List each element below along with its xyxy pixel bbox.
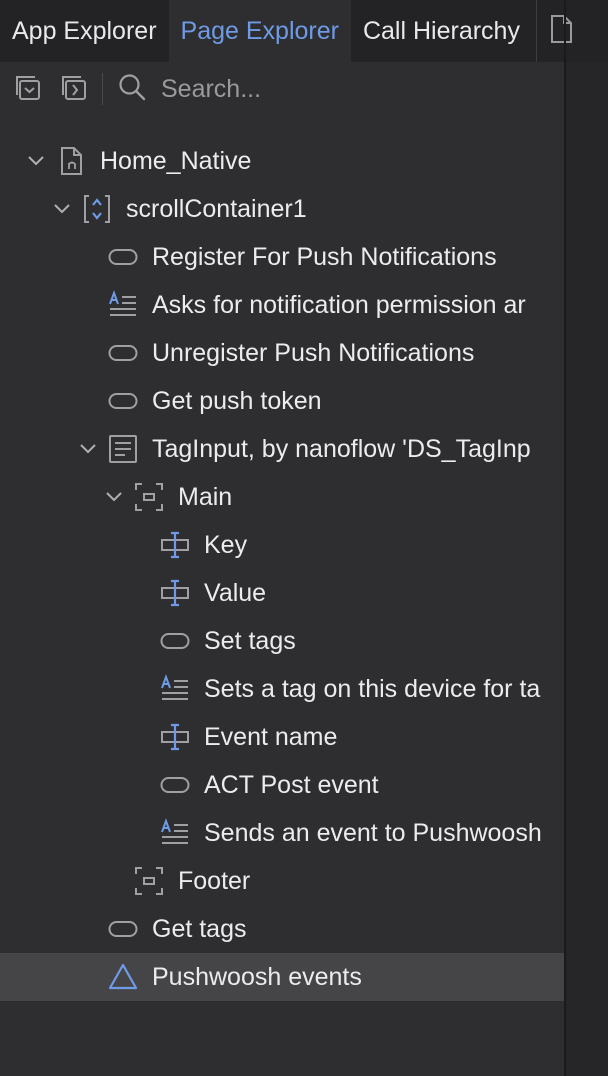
- tree-item-pushwoosh-events[interactable]: Pushwoosh events: [0, 953, 564, 1001]
- toolbar-divider: [102, 73, 103, 105]
- warning-triangle-icon: [108, 962, 138, 992]
- tree-item-label: Asks for notification permission ar: [152, 290, 526, 319]
- tree-item-label: Footer: [178, 866, 251, 895]
- tree-item-label: TagInput, by nanoflow 'DS_TagInp: [152, 434, 531, 463]
- text-icon: [160, 818, 190, 848]
- button-icon: [160, 626, 190, 656]
- tab-call-hierarchy[interactable]: Call Hierarchy: [351, 0, 532, 62]
- page-tree: Home_Native scrollContainer1 Register Fo…: [0, 137, 564, 1001]
- tree-item-register-button[interactable]: Register For Push Notifications: [0, 233, 564, 281]
- tree-item-key-field[interactable]: Key: [0, 521, 564, 569]
- text-box-icon: [160, 722, 190, 752]
- button-icon: [160, 770, 190, 800]
- button-icon: [108, 914, 138, 944]
- text-box-icon: [160, 578, 190, 608]
- tree-item-label: scrollContainer1: [126, 194, 307, 223]
- tree-item-sets-tag-text[interactable]: Sets a tag on this device for ta: [0, 665, 564, 713]
- tree-item-set-tags-button[interactable]: Set tags: [0, 617, 564, 665]
- tree-item-label: Pushwoosh events: [152, 962, 362, 991]
- tree-item-label: Sets a tag on this device for ta: [204, 674, 541, 703]
- search-box: [117, 72, 564, 107]
- text-icon: [108, 290, 138, 320]
- search-input[interactable]: [159, 73, 523, 105]
- tree-item-label: Key: [204, 530, 248, 559]
- page-icon: [57, 146, 87, 176]
- chevron-down-icon[interactable]: [78, 439, 98, 459]
- tab-overflow[interactable]: [535, 0, 575, 62]
- adjacent-panel: [564, 62, 608, 1076]
- tree-item-main-container[interactable]: Main: [0, 473, 564, 521]
- tree-item-label: Get push token: [152, 386, 322, 415]
- tree-item-label: Main: [178, 482, 233, 511]
- tree-item-home-native[interactable]: Home_Native: [0, 137, 564, 185]
- tree-item-value-field[interactable]: Value: [0, 569, 564, 617]
- search-icon: [117, 72, 147, 107]
- text-icon: [160, 674, 190, 704]
- tab-bar: App Explorer Page Explorer Call Hierarch…: [0, 0, 608, 62]
- chevron-down-icon[interactable]: [52, 199, 72, 219]
- tree-item-asks-text[interactable]: Asks for notification permission ar: [0, 281, 564, 329]
- tree-item-event-name-field[interactable]: Event name: [0, 713, 564, 761]
- tree-item-scroll-container[interactable]: scrollContainer1: [0, 185, 564, 233]
- tree-item-unregister-button[interactable]: Unregister Push Notifications: [0, 329, 564, 377]
- tree-item-get-tags-button[interactable]: Get tags: [0, 905, 564, 953]
- container-icon: [134, 482, 164, 512]
- text-box-icon: [160, 530, 190, 560]
- chevron-down-icon[interactable]: [26, 151, 46, 171]
- page-explorer-panel: App Explorer Page Explorer Call Hierarch…: [0, 0, 608, 1076]
- tree-item-label: Event name: [204, 722, 338, 751]
- tab-page-explorer[interactable]: Page Explorer: [168, 0, 351, 62]
- tree-item-label: Get tags: [152, 914, 247, 943]
- page-icon: [549, 14, 575, 49]
- tree-item-label: ACT Post event: [204, 770, 379, 799]
- tree-item-tag-input-snippet[interactable]: TagInput, by nanoflow 'DS_TagInp: [0, 425, 564, 473]
- container-icon: [134, 866, 164, 896]
- scroll-container-icon: [82, 194, 112, 224]
- tree-item-label: Unregister Push Notifications: [152, 338, 475, 367]
- tree-item-sends-event-text[interactable]: Sends an event to Pushwoosh: [0, 809, 564, 857]
- tree-item-footer-container[interactable]: Footer: [0, 857, 564, 905]
- collapse-all-button[interactable]: [12, 73, 44, 105]
- chevron-down-icon[interactable]: [104, 487, 124, 507]
- snippet-icon: [108, 434, 138, 464]
- button-icon: [108, 242, 138, 272]
- collapse-all-icon: [14, 73, 42, 106]
- button-icon: [108, 386, 138, 416]
- expand-all-icon: [60, 73, 88, 106]
- tree-item-label: Set tags: [204, 626, 296, 655]
- tree-item-label: Value: [204, 578, 267, 607]
- button-icon: [108, 338, 138, 368]
- toolbar: [0, 62, 564, 116]
- expand-all-button[interactable]: [58, 73, 90, 105]
- tree-item-label: Register For Push Notifications: [152, 242, 497, 271]
- tree-item-label: Sends an event to Pushwoosh: [204, 818, 542, 847]
- tree-item-post-event-button[interactable]: ACT Post event: [0, 761, 564, 809]
- tree-item-label: Home_Native: [100, 146, 252, 175]
- panel-divider-top: [564, 0, 566, 62]
- tree-item-get-token-button[interactable]: Get push token: [0, 377, 564, 425]
- tab-app-explorer[interactable]: App Explorer: [0, 0, 169, 62]
